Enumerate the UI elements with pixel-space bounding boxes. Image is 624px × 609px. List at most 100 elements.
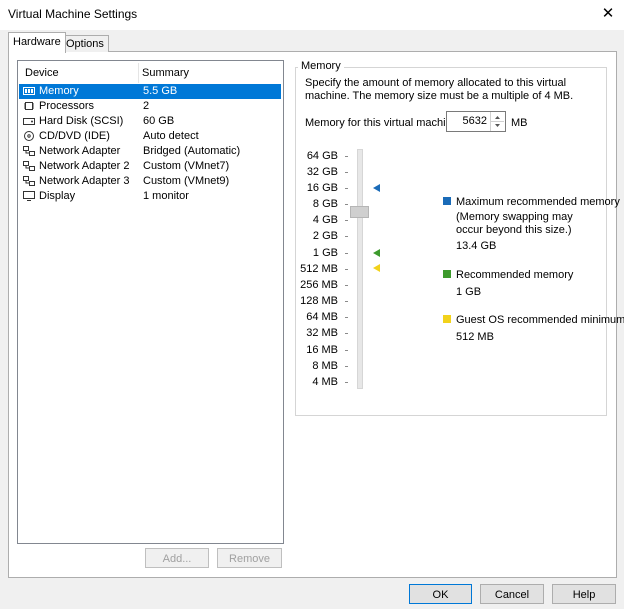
scale-tick: [345, 285, 348, 286]
device-name: Memory: [39, 85, 79, 97]
max-recommended-note: (Memory swapping may occur beyond this s…: [456, 211, 573, 236]
column-divider: [138, 63, 139, 83]
guest-min-value: 512 MB: [456, 331, 494, 343]
scale-tick: [345, 269, 348, 270]
memory-slider-track[interactable]: [357, 149, 363, 389]
device-name: CD/DVD (IDE): [39, 130, 110, 142]
recommended-swatch: [443, 270, 451, 278]
scale-tick: [345, 301, 348, 302]
scale-label: 8 GB: [312, 198, 338, 210]
scale-label: 32 GB: [306, 166, 338, 178]
device-name: Network Adapter 2: [39, 160, 130, 172]
memory-value[interactable]: 5632: [463, 115, 487, 127]
memory-field-label: Memory for this virtual machine:: [305, 117, 461, 129]
scale-tick: [345, 253, 348, 254]
cd-dvd-icon: [24, 131, 34, 141]
tab-hardware[interactable]: Hardware: [8, 32, 66, 53]
device-row-network-adapter[interactable]: Network Adapter Bridged (Automatic): [19, 144, 281, 159]
column-header-summary[interactable]: Summary: [142, 67, 189, 81]
device-name: Processors: [39, 100, 95, 112]
max-recommended-marker: [373, 184, 380, 192]
network-adapter-icon: [23, 176, 35, 186]
memory-slider-thumb[interactable]: [350, 206, 369, 218]
guest-min-marker: [373, 264, 380, 272]
scale-tick: [345, 366, 348, 367]
scale-label: 8 MB: [312, 360, 338, 372]
scale-label: 128 MB: [300, 295, 338, 307]
scale-tick: [345, 333, 348, 334]
device-row-memory[interactable]: Memory 5.5 GB: [19, 84, 281, 99]
device-summary: 1 monitor: [143, 190, 189, 202]
scale-tick: [345, 172, 348, 173]
guest-min-swatch: [443, 315, 451, 323]
memory-description: Specify the amount of memory allocated t…: [305, 77, 574, 102]
scale-label: 512 MB: [300, 263, 338, 275]
hard-disk-icon: [23, 118, 35, 125]
ok-button[interactable]: OK: [409, 584, 472, 604]
scale-label: 16 GB: [306, 182, 338, 194]
remove-button[interactable]: Remove: [217, 548, 282, 568]
device-summary: Bridged (Automatic): [143, 145, 241, 157]
device-name: Display: [39, 190, 76, 202]
scale-label: 64 GB: [306, 150, 338, 162]
recommended-title: Recommended memory: [456, 269, 574, 281]
max-recommended-swatch: [443, 197, 451, 205]
device-summary: 5.5 GB: [143, 85, 178, 97]
device-name: Network Adapter: [39, 145, 121, 157]
device-row-display[interactable]: Display 1 monitor: [19, 189, 281, 204]
column-header-device[interactable]: Device: [25, 67, 59, 81]
network-adapter-icon: [23, 146, 35, 156]
scale-tick: [345, 236, 348, 237]
scale-label: 4 MB: [312, 376, 338, 388]
scale-label: 2 GB: [312, 230, 338, 242]
scale-tick: [345, 204, 348, 205]
spin-buttons[interactable]: [490, 112, 505, 131]
scale-label: 64 MB: [306, 311, 338, 323]
scale-tick: [345, 382, 348, 383]
device-summary: Auto detect: [143, 130, 199, 142]
device-summary: 60 GB: [143, 115, 175, 127]
scale-tick: [345, 317, 348, 318]
device-summary: Custom (VMnet7): [143, 160, 230, 172]
network-adapter-icon: [23, 161, 35, 171]
processor-icon: [24, 102, 34, 110]
device-summary: 2: [143, 100, 150, 112]
recommended-value: 1 GB: [456, 286, 482, 298]
scale-label: 16 MB: [306, 344, 338, 356]
device-list[interactable]: Device Summary Memory 5.5 GB Processors …: [17, 60, 284, 544]
memory-spinbox[interactable]: 5632: [446, 111, 506, 132]
add-button[interactable]: Add...: [145, 548, 209, 568]
device-summary: Custom (VMnet9): [143, 175, 230, 187]
max-recommended-title: Maximum recommended memory: [456, 196, 620, 208]
scale-tick: [345, 350, 348, 351]
tab-options[interactable]: Options: [61, 35, 109, 52]
device-name: Hard Disk (SCSI): [39, 115, 124, 127]
memory-unit: MB: [511, 117, 528, 129]
device-row-cd-dvd[interactable]: CD/DVD (IDE) Auto detect: [19, 129, 281, 144]
display-icon: [23, 191, 35, 201]
recommended-marker: [373, 249, 380, 257]
title-bar: Virtual Machine Settings ✕: [0, 0, 624, 30]
device-row-hard-disk[interactable]: Hard Disk (SCSI) 60 GB: [19, 114, 281, 129]
cancel-button[interactable]: Cancel: [480, 584, 544, 604]
scale-label: 4 GB: [312, 214, 338, 226]
close-button[interactable]: ✕: [596, 3, 620, 25]
device-row-processors[interactable]: Processors 2: [19, 99, 281, 114]
memory-icon: [23, 87, 35, 95]
memory-group-title: Memory: [298, 60, 344, 72]
guest-min-title: Guest OS recommended minimum: [456, 314, 624, 326]
scale-label: 32 MB: [306, 327, 338, 339]
spin-arrows-icon[interactable]: [491, 112, 504, 131]
scale-label: 1 GB: [312, 247, 338, 259]
window-title: Virtual Machine Settings: [8, 7, 138, 21]
scale-tick: [345, 156, 348, 157]
device-row-network-adapter-2[interactable]: Network Adapter 2 Custom (VMnet7): [19, 159, 281, 174]
max-recommended-value: 13.4 GB: [456, 240, 497, 252]
scale-tick: [345, 188, 348, 189]
scale-label: 256 MB: [300, 279, 338, 291]
device-name: Network Adapter 3: [39, 175, 130, 187]
scale-tick: [345, 220, 348, 221]
help-button[interactable]: Help: [552, 584, 616, 604]
device-row-network-adapter-3[interactable]: Network Adapter 3 Custom (VMnet9): [19, 174, 281, 189]
close-icon: ✕: [601, 5, 615, 22]
